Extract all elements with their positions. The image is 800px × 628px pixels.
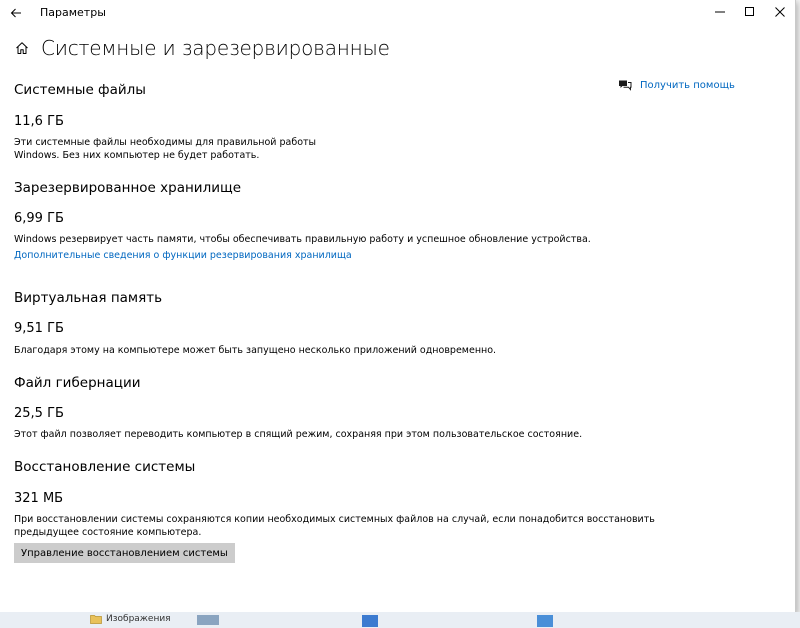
system-files-size: 11,6 ГБ xyxy=(14,114,64,129)
virtual-memory-description: Благодаря этому на компьютере может быть… xyxy=(14,345,497,356)
taskbar-app-icon-2 xyxy=(537,615,553,627)
settings-window: Параметры Системные и зарезервированные … xyxy=(0,0,796,613)
back-arrow-icon xyxy=(10,8,21,18)
system-files-title: Системные файлы xyxy=(14,82,146,98)
taskbar-app-icon xyxy=(362,615,378,627)
get-help-link[interactable]: Получить помощь xyxy=(617,77,735,93)
back-button[interactable] xyxy=(6,3,26,23)
system-files-description-line-2: Windows. Без них компьютер не будет рабо… xyxy=(14,150,260,161)
title-bar: Параметры xyxy=(0,0,795,26)
maximize-icon xyxy=(745,7,754,16)
manage-system-restore-button[interactable]: Управление восстановлением системы xyxy=(14,543,235,563)
reserved-storage-more-info-link[interactable]: Дополнительные сведения о функции резерв… xyxy=(14,250,352,261)
home-button[interactable] xyxy=(12,38,32,58)
get-help-label: Получить помощь xyxy=(640,79,735,91)
hibernation-file-title: Файл гибернации xyxy=(14,375,141,391)
system-restore-size: 321 МБ xyxy=(14,491,64,506)
maximize-button[interactable] xyxy=(735,0,765,24)
reserved-storage-size: 6,99 ГБ xyxy=(14,211,64,226)
taskbar-strip: Изображения xyxy=(0,612,800,628)
taskbar-item[interactable]: Изображения xyxy=(90,614,171,624)
taskbar-item-label: Изображения xyxy=(106,614,171,624)
home-icon xyxy=(16,42,28,54)
folder-icon xyxy=(90,615,102,624)
system-restore-description-line-1: При восстановлении системы сохраняются к… xyxy=(14,514,655,525)
taskbar-thumbnail-icon xyxy=(197,615,219,625)
system-files-description-line-1: Эти системные файлы необходимы для прави… xyxy=(14,137,317,148)
close-button[interactable] xyxy=(765,0,795,24)
app-title: Параметры xyxy=(40,6,106,19)
virtual-memory-size: 9,51 ГБ xyxy=(14,321,64,336)
help-chat-icon xyxy=(617,77,633,93)
page-header: Системные и зарезервированные xyxy=(12,36,390,60)
window-controls xyxy=(705,0,795,24)
system-restore-title: Восстановление системы xyxy=(14,459,196,475)
system-restore-description-line-2: предыдущее состояние компьютера. xyxy=(14,527,202,538)
close-icon xyxy=(775,7,785,17)
page-title: Системные и зарезервированные xyxy=(41,36,390,60)
reserved-storage-description: Windows резервирует часть памяти, чтобы … xyxy=(14,234,591,245)
minimize-icon xyxy=(715,11,725,13)
reserved-storage-title: Зарезервированное хранилище xyxy=(14,180,242,196)
hibernation-file-size: 25,5 ГБ xyxy=(14,406,64,421)
virtual-memory-title: Виртуальная память xyxy=(14,290,163,306)
hibernation-file-description: Этот файл позволяет переводить компьютер… xyxy=(14,429,583,440)
minimize-button[interactable] xyxy=(705,0,735,24)
